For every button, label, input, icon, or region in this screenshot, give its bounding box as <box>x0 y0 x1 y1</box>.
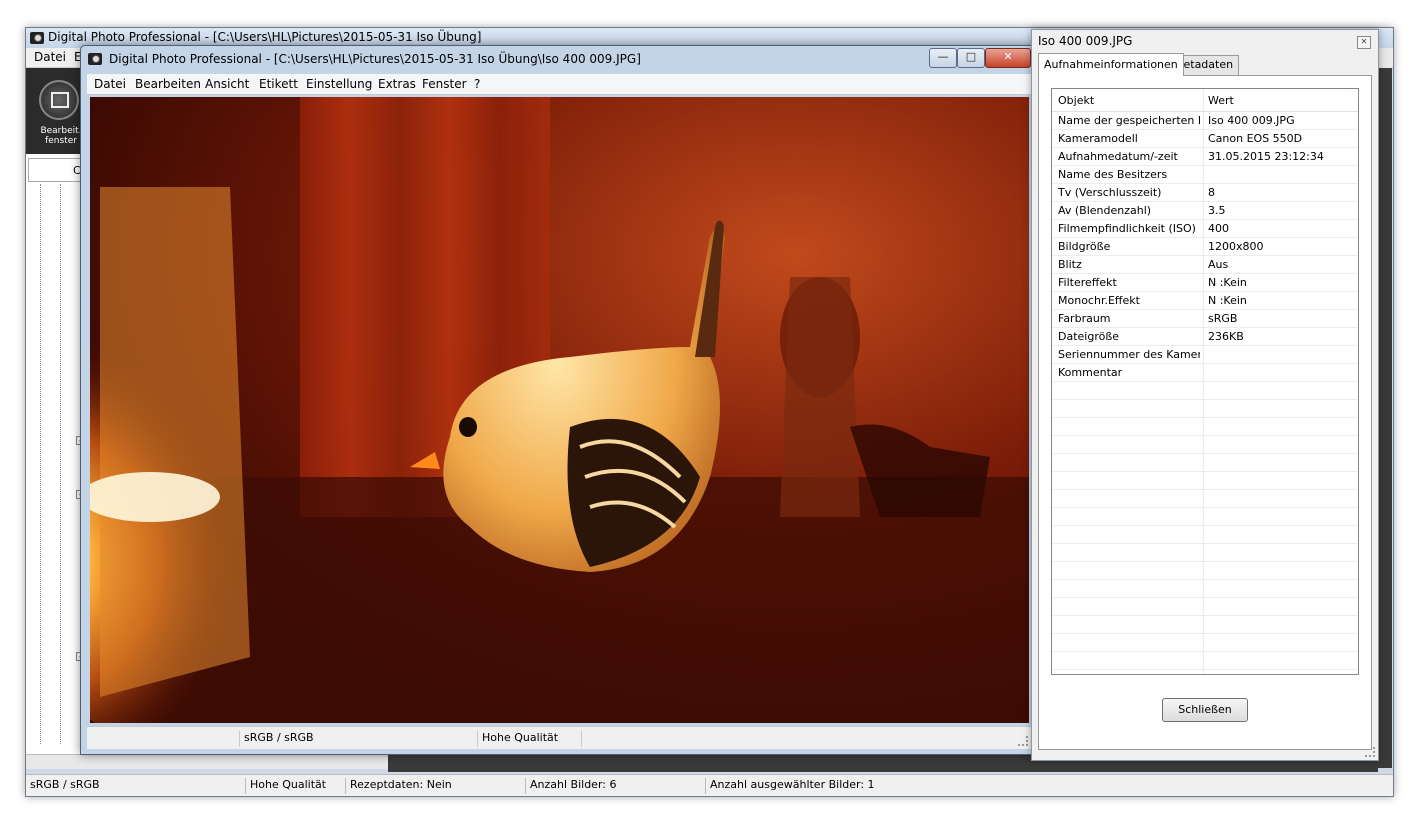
main-menu-datei[interactable]: Datei <box>34 50 66 64</box>
empty-row <box>1052 562 1358 580</box>
close-button[interactable]: ✕ <box>985 48 1031 68</box>
info-grid[interactable]: Objekt Wert Name der gespeicherten D...I… <box>1051 88 1359 675</box>
close-icon: ✕ <box>1003 50 1013 63</box>
empty-row <box>1052 508 1358 526</box>
grid-header: Objekt Wert <box>1052 89 1358 112</box>
header-wert[interactable]: Wert <box>1208 94 1234 107</box>
table-row[interactable]: Dateigröße 236KB <box>1052 328 1358 346</box>
tree-line <box>60 184 62 744</box>
table-row[interactable]: Filtereffekt N :Kein <box>1052 274 1358 292</box>
edit-status-empty <box>581 731 586 747</box>
table-row[interactable]: Name der gespeicherten D...Iso 400 009.J… <box>1052 112 1358 130</box>
edit-window: Digital Photo Professional - [C:\Users\H… <box>80 45 1039 755</box>
empty-row <box>1052 670 1358 674</box>
empty-row <box>1052 436 1358 454</box>
main-status-colorspace: sRGB / sRGB <box>30 778 100 791</box>
edit-menu-bar: Datei Bearbeiten Ansicht Etikett Einstel… <box>87 74 1031 95</box>
info-dialog-title: Iso 400 009.JPG <box>1038 34 1133 48</box>
edit-status-quality: Hohe Qualität <box>477 731 558 747</box>
table-row[interactable]: Kommentar <box>1052 364 1358 382</box>
resize-grip[interactable] <box>1365 747 1375 757</box>
empty-row <box>1052 616 1358 634</box>
edit-window-icon[interactable] <box>39 80 79 120</box>
table-row[interactable]: Aufnahmedatum/-zeit 31.05.2015 23:12:34 <box>1052 148 1358 166</box>
table-row[interactable]: Seriennummer des Kamera... <box>1052 346 1358 364</box>
main-status-image-count: Anzahl Bilder: 6 <box>525 778 616 794</box>
table-row[interactable]: Name des Besitzers <box>1052 166 1358 184</box>
edit-status-bar: sRGB / sRGB Hohe Qualität <box>87 726 1031 749</box>
main-status-quality: Hohe Qualität <box>245 778 326 794</box>
main-status-recipe: Rezeptdaten: Nein <box>345 778 452 794</box>
table-row[interactable]: Tv (Verschlusszeit) 8 <box>1052 184 1358 202</box>
empty-row <box>1052 400 1358 418</box>
tab-pane: Objekt Wert Name der gespeicherten D...I… <box>1038 75 1372 750</box>
main-toolbar: Bearbeit. fenster <box>26 68 84 154</box>
photo-preview[interactable] <box>90 97 1029 723</box>
empty-row <box>1052 634 1358 652</box>
menu-etikett[interactable]: Etikett <box>259 77 298 91</box>
menu-help[interactable]: ? <box>474 77 480 91</box>
table-row[interactable]: Bildgröße 1200x800 <box>1052 238 1358 256</box>
menu-ansicht[interactable]: Ansicht <box>205 77 249 91</box>
table-row[interactable]: Av (Blendenzahl) 3.5 <box>1052 202 1358 220</box>
info-close-icon[interactable]: ✕ <box>1357 36 1371 49</box>
edit-status-colorspace: sRGB / sRGB <box>239 731 314 747</box>
empty-row <box>1052 652 1358 670</box>
header-objekt[interactable]: Objekt <box>1058 94 1094 107</box>
empty-row <box>1052 544 1358 562</box>
schliessen-button[interactable]: Schließen <box>1162 698 1248 722</box>
maximize-button[interactable]: □ <box>957 48 985 68</box>
empty-row <box>1052 382 1358 400</box>
table-row[interactable]: Monochr.Effekt N :Kein <box>1052 292 1358 310</box>
table-row[interactable]: Farbraum sRGB <box>1052 310 1358 328</box>
folder-panel-scrollbar[interactable] <box>26 754 388 769</box>
grid-rows: Name der gespeicherten D...Iso 400 009.J… <box>1052 112 1358 674</box>
menu-extras[interactable]: Extras <box>378 77 416 91</box>
tree-line <box>40 184 42 744</box>
edit-window-title: Digital Photo Professional - [C:\Users\H… <box>109 52 641 66</box>
menu-einstellung[interactable]: Einstellung <box>306 77 372 91</box>
empty-row <box>1052 580 1358 598</box>
tab-aufnahmeinformationen[interactable]: Aufnahmeinformationen <box>1038 53 1184 76</box>
main-status-selected-count: Anzahl ausgewählter Bilder: 1 <box>705 778 875 794</box>
minimize-icon: — <box>937 50 949 63</box>
main-status-bar: sRGB / sRGB Hohe Qualität Rezeptdaten: N… <box>26 774 1393 796</box>
empty-row <box>1052 598 1358 616</box>
resize-grip[interactable] <box>1018 736 1028 746</box>
empty-row <box>1052 490 1358 508</box>
main-right-panel <box>1378 68 1392 768</box>
empty-row <box>1052 472 1358 490</box>
table-row[interactable]: Blitz Aus <box>1052 256 1358 274</box>
table-row[interactable]: Filmempfindlichkeit (ISO) 400 <box>1052 220 1358 238</box>
menu-datei[interactable]: Datei <box>94 77 126 91</box>
empty-row <box>1052 526 1358 544</box>
empty-row <box>1052 418 1358 436</box>
restore-icon: □ <box>965 50 977 63</box>
minimize-button[interactable]: — <box>929 48 957 68</box>
empty-row <box>1052 454 1358 472</box>
info-dialog: Iso 400 009.JPG ✕ Aufnahmeinformationen … <box>1031 29 1379 761</box>
photo-image <box>90 97 1029 723</box>
menu-fenster[interactable]: Fenster <box>422 77 467 91</box>
app-camera-icon <box>88 53 102 65</box>
table-row[interactable]: Kameramodell Canon EOS 550D <box>1052 130 1358 148</box>
menu-bearbeiten[interactable]: Bearbeiten <box>135 77 201 91</box>
main-window-title: Digital Photo Professional - [C:\Users\H… <box>48 30 482 44</box>
app-camera-icon <box>30 32 44 44</box>
